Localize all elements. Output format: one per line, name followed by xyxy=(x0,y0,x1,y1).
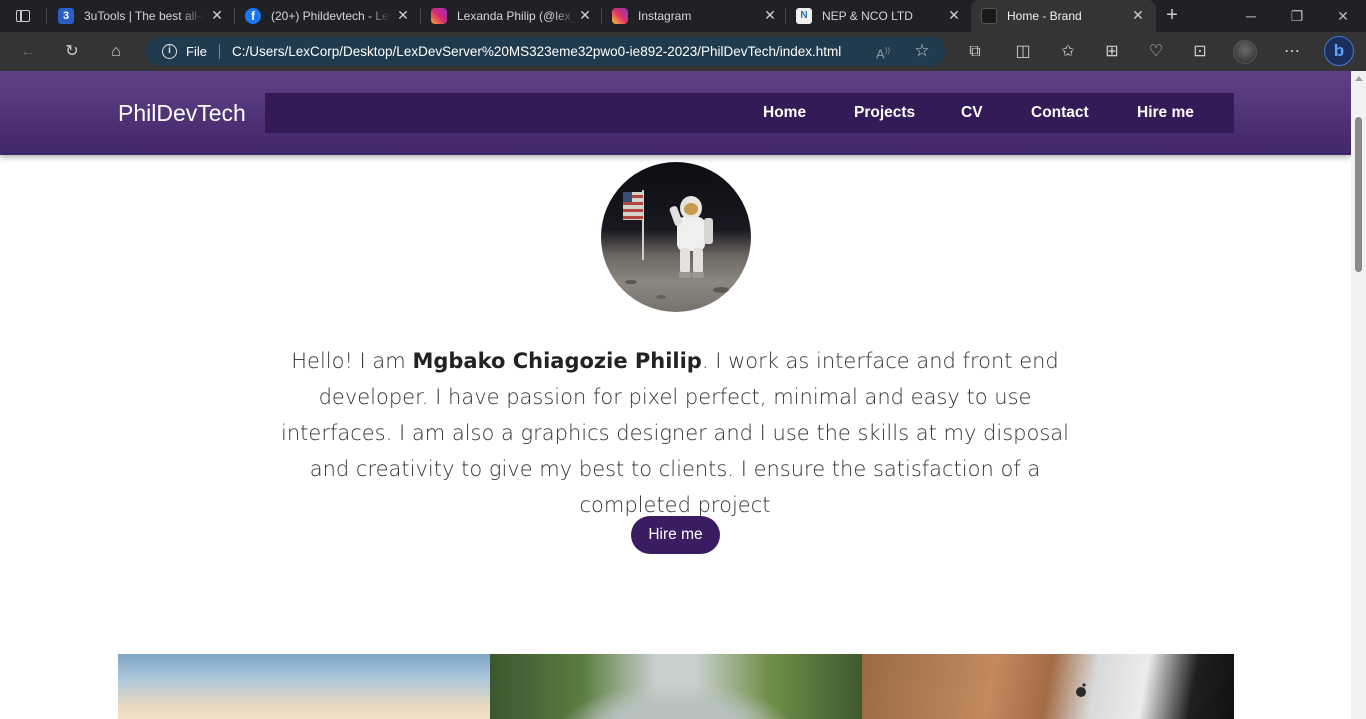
tab-title: Lexanda Philip (@lex_ xyxy=(457,9,577,23)
nav-projects-link[interactable]: Projects xyxy=(854,93,915,133)
apple-logo-icon xyxy=(1076,683,1086,697)
site-brand-logo[interactable]: PhilDevTech xyxy=(118,99,246,127)
intro-prefix: Hello! I am xyxy=(291,349,413,373)
favorites-icon[interactable]: ✩ xyxy=(1057,41,1079,63)
tab-close-icon[interactable]: ✕ xyxy=(762,7,778,23)
info-icon[interactable]: i xyxy=(162,44,177,59)
bing-copilot-icon[interactable]: b xyxy=(1324,36,1354,66)
tab-actions-icon[interactable] xyxy=(14,8,32,24)
tab-title: 3uTools | The best all-in-one xyxy=(84,9,204,23)
performance-icon[interactable]: ♡ xyxy=(1145,41,1167,63)
collections-icon[interactable]: ⊞ xyxy=(1101,41,1123,63)
browser-tab[interactable]: N NEP & NCO LTD ✕ xyxy=(786,0,970,32)
tab-title: Instagram xyxy=(638,9,692,23)
page-scrollbar[interactable] xyxy=(1351,71,1366,719)
split-screen-icon[interactable]: ◫ xyxy=(1012,41,1034,63)
tab-close-icon[interactable]: ✕ xyxy=(209,7,225,23)
tab-close-icon[interactable]: ✕ xyxy=(577,7,593,23)
file-scheme-label: File xyxy=(186,44,207,59)
browser-tab-active[interactable]: Home - Brand ✕ xyxy=(971,0,1156,32)
profile-avatar[interactable] xyxy=(1233,40,1257,64)
instagram-icon xyxy=(612,8,628,24)
url-text[interactable]: C:/Users/LexCorp/Desktop/LexDevServer%20… xyxy=(232,44,841,59)
new-tab-icon[interactable]: + xyxy=(1162,5,1182,26)
browser-tab[interactable]: Instagram ✕ xyxy=(602,0,785,32)
gallery-image-sky[interactable] xyxy=(118,654,490,719)
tab-title: (20+) Phildevtech - Lex xyxy=(271,9,391,23)
nav-cv-link[interactable]: CV xyxy=(961,93,983,133)
profile-photo-astronaut xyxy=(601,162,751,312)
intro-name: Mgbako Chiagozie Philip xyxy=(412,349,702,373)
facebook-icon: f xyxy=(245,8,261,24)
browser-toolbar: ← ↻ ⌂ i File C:/Users/LexCorp/Desktop/Le… xyxy=(0,32,1366,71)
intro-paragraph: Hello! I am Mgbako Chiagozie Philip. I w… xyxy=(275,343,1075,523)
nav-home-link[interactable]: Home xyxy=(763,93,806,133)
tab-close-icon[interactable]: ✕ xyxy=(395,7,411,23)
tab-title: NEP & NCO LTD xyxy=(822,9,913,23)
scroll-up-icon[interactable] xyxy=(1355,76,1363,81)
site-favicon-icon: N xyxy=(796,8,812,24)
browser-tab[interactable]: Lexanda Philip (@lex_ ✕ xyxy=(421,0,601,32)
tab-favicon-icon: 3 xyxy=(58,8,74,24)
tab-title: Home - Brand xyxy=(1007,9,1082,23)
tab-close-icon[interactable]: ✕ xyxy=(946,7,962,23)
project-gallery xyxy=(118,654,1234,719)
favorite-star-icon[interactable]: ☆ xyxy=(912,41,932,61)
extensions-icon[interactable]: ⧉ xyxy=(964,41,986,63)
intro-text: . I work as interface and front end deve… xyxy=(281,349,1069,517)
home-icon[interactable]: ⌂ xyxy=(105,41,127,63)
main-nav: Home Projects CV Contact Hire me xyxy=(265,93,1234,133)
address-divider xyxy=(219,44,220,59)
tab-close-icon[interactable]: ✕ xyxy=(1130,7,1146,23)
gallery-image-imac[interactable] xyxy=(862,654,1234,719)
site-header: PhilDevTech Home Projects CV Contact Hir… xyxy=(0,71,1351,155)
astronaut-illustration xyxy=(623,190,729,299)
nav-hire-me-link[interactable]: Hire me xyxy=(1137,93,1194,133)
browser-tab-strip: 3 3uTools | The best all-in-one ✕ f (20+… xyxy=(0,0,1366,32)
page-viewport: PhilDevTech Home Projects CV Contact Hir… xyxy=(0,71,1351,719)
more-menu-icon[interactable]: ⋯ xyxy=(1281,41,1303,63)
close-window-icon[interactable]: ✕ xyxy=(1333,6,1353,26)
instagram-icon xyxy=(431,8,447,24)
back-icon[interactable]: ← xyxy=(17,41,39,63)
hire-me-button[interactable]: Hire me xyxy=(631,516,720,554)
gallery-image-forest[interactable] xyxy=(490,654,862,719)
screenshot-icon[interactable]: ⊡ xyxy=(1189,41,1211,63)
browser-tab[interactable]: f (20+) Phildevtech - Lex ✕ xyxy=(235,0,420,32)
address-bar[interactable]: i File C:/Users/LexCorp/Desktop/LexDevSe… xyxy=(146,37,946,66)
read-aloud-icon[interactable]: A)) xyxy=(874,42,892,61)
scrollbar-thumb[interactable] xyxy=(1355,117,1362,272)
tab-separator xyxy=(46,8,47,24)
minimize-icon[interactable]: ─ xyxy=(1241,6,1261,26)
browser-tab[interactable]: 3 3uTools | The best all-in-one ✕ xyxy=(48,0,234,32)
nav-contact-link[interactable]: Contact xyxy=(1031,93,1089,133)
refresh-icon[interactable]: ↻ xyxy=(61,41,83,63)
site-favicon-icon xyxy=(981,8,997,24)
restore-icon[interactable]: ❐ xyxy=(1287,6,1307,26)
